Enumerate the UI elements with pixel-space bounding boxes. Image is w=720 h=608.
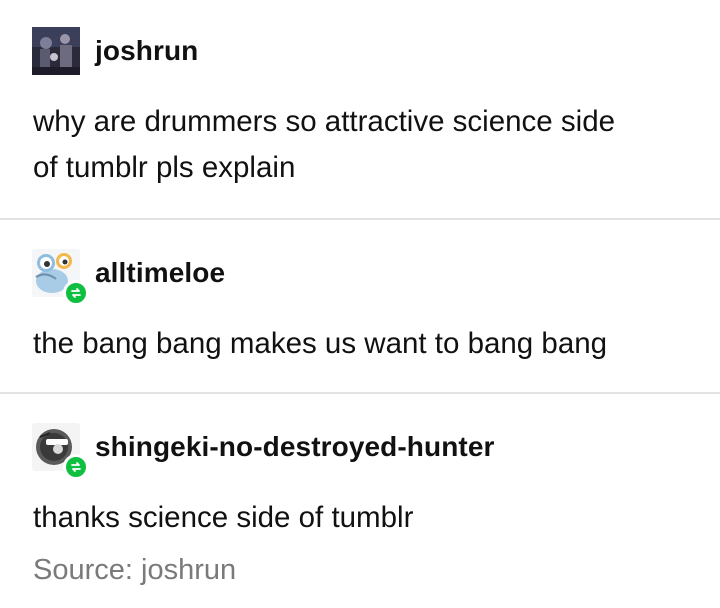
post-text-line: thanks science side of tumblr <box>33 501 414 534</box>
post-alltimeloe: alltimeloe the bang bang makes us want t… <box>0 220 720 392</box>
post-text: the bang bang makes us want to bang bang <box>33 321 693 367</box>
post-header: joshrun <box>32 27 198 75</box>
post-text-line: of tumblr pls explain <box>33 151 296 184</box>
username[interactable]: joshrun <box>95 35 198 67</box>
post-text: thanks science side of tumblr <box>33 495 693 541</box>
avatar[interactable] <box>32 423 89 480</box>
reblog-badge <box>63 280 89 306</box>
post-joshrun: joshrun why are drummers so attractive s… <box>0 0 720 218</box>
post-text-line: the bang bang makes us want to bang bang <box>33 327 608 360</box>
username[interactable]: shingeki-no-destroyed-hunter <box>95 431 495 463</box>
post-header: shingeki-no-destroyed-hunter <box>32 423 495 480</box>
reblog-icon <box>71 288 81 298</box>
reblog-icon <box>71 462 81 472</box>
post-header: alltimeloe <box>32 249 225 306</box>
post-text: why are drummers so attractive science s… <box>33 99 693 191</box>
username[interactable]: alltimeloe <box>95 257 225 289</box>
post-text-line: why are drummers so attractive science s… <box>33 105 616 138</box>
avatar[interactable] <box>32 27 80 75</box>
avatar[interactable] <box>32 249 89 306</box>
avatar-image-icon <box>32 27 80 75</box>
reblog-badge <box>63 454 89 480</box>
source-link[interactable]: Source: joshrun <box>33 554 236 587</box>
